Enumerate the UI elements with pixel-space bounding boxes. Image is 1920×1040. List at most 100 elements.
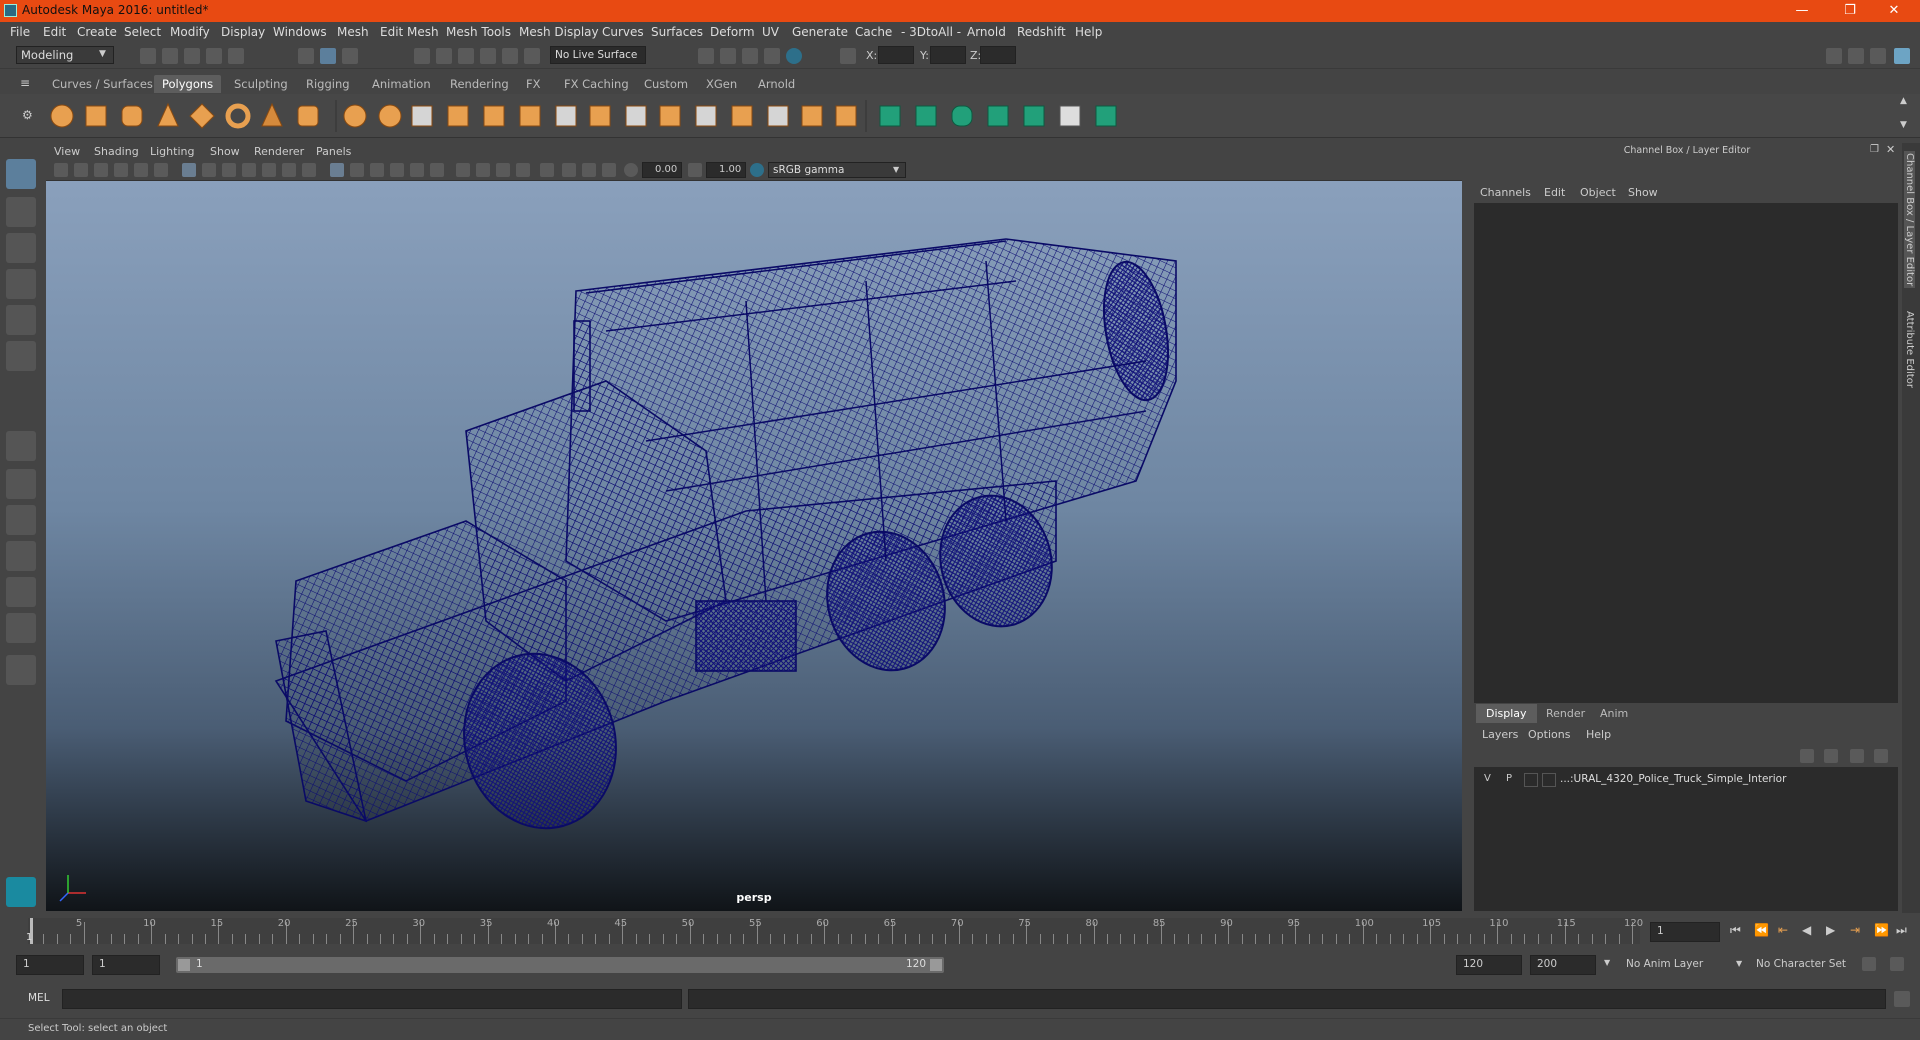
play-backwards-icon[interactable]: ◀: [1802, 923, 1811, 937]
cb-menu-channels[interactable]: Channels: [1480, 186, 1531, 199]
tab-display[interactable]: Display: [1476, 704, 1537, 723]
extrude-icon[interactable]: [519, 105, 541, 127]
render-view-icon[interactable]: [698, 48, 714, 64]
uv-checker-icon[interactable]: [1059, 105, 1081, 127]
two-pane-side-layout-icon[interactable]: [6, 505, 36, 535]
textured-icon[interactable]: [390, 163, 404, 177]
safe-action-icon[interactable]: [282, 163, 296, 177]
ly-menu-help[interactable]: Help: [1586, 728, 1611, 741]
poly-cone-icon[interactable]: [157, 102, 179, 127]
xray-active-icon[interactable]: [582, 163, 596, 177]
2d-pan-icon[interactable]: [134, 163, 148, 177]
two-pane-stacked-layout-icon[interactable]: [6, 577, 36, 607]
step-forward-frame-icon[interactable]: ⏩: [1874, 923, 1889, 937]
tab-arnold[interactable]: Arnold: [750, 75, 803, 93]
menu-create[interactable]: Create: [77, 25, 117, 39]
step-forward-key-icon[interactable]: ⇥: [1850, 923, 1860, 937]
menu-set-dropdown[interactable]: Modeling ▼: [16, 46, 114, 64]
wireframe-on-shaded-icon[interactable]: [370, 163, 384, 177]
render-settings-icon[interactable]: [764, 48, 780, 64]
grease-pencil-icon[interactable]: [154, 163, 168, 177]
shelf-scroll-down-icon[interactable]: ▼: [1900, 120, 1907, 130]
vp-menu-lighting[interactable]: Lighting: [150, 145, 194, 158]
collapse-icon[interactable]: [835, 105, 857, 127]
new-layer-selected-icon[interactable]: [1874, 749, 1888, 763]
xray-icon[interactable]: [562, 163, 576, 177]
menu-modify[interactable]: Modify: [170, 25, 210, 39]
shadows-icon[interactable]: [430, 163, 444, 177]
smooth-icon[interactable]: [447, 105, 469, 127]
snap-point-icon[interactable]: [458, 48, 474, 64]
script-editor-icon[interactable]: [1894, 991, 1910, 1007]
move-tool-icon[interactable]: [6, 269, 36, 299]
cylindrical-uv-icon[interactable]: [915, 105, 937, 127]
depth-of-field-icon[interactable]: [516, 163, 530, 177]
tab-curves-surfaces[interactable]: Curves / Surfaces: [44, 75, 161, 93]
layer-type-box[interactable]: [1524, 773, 1538, 787]
safe-title-icon[interactable]: [302, 163, 316, 177]
shelf-menu-icon[interactable]: ≡: [20, 76, 30, 90]
transform-mode-icon[interactable]: [840, 48, 856, 64]
preferences-icon[interactable]: [1890, 957, 1904, 971]
poly-prism-icon[interactable]: [261, 102, 283, 127]
wireframe-icon[interactable]: [330, 163, 344, 177]
scale-tool-icon[interactable]: [6, 341, 36, 371]
live-surface-field[interactable]: No Live Surface: [550, 46, 646, 64]
tab-render[interactable]: Render: [1536, 704, 1595, 723]
bevel-icon[interactable]: [483, 105, 505, 127]
animation-end-field[interactable]: 200: [1530, 955, 1596, 975]
menu-deform[interactable]: Deform: [710, 25, 755, 39]
tool-settings-icon[interactable]: [1870, 48, 1886, 64]
menu-generate[interactable]: Generate: [792, 25, 848, 39]
attribute-editor-icon[interactable]: [1848, 48, 1864, 64]
vp-menu-panels[interactable]: Panels: [316, 145, 351, 158]
mel-label[interactable]: MEL: [28, 992, 50, 1004]
insert-loop-icon[interactable]: [659, 105, 681, 127]
step-back-key-icon[interactable]: ⇤: [1778, 923, 1788, 937]
playback-start-field[interactable]: 1: [92, 955, 160, 975]
open-scene-icon[interactable]: [162, 48, 178, 64]
x-field[interactable]: [878, 46, 914, 64]
menu-uv[interactable]: UV: [762, 25, 779, 39]
minimize-button[interactable]: —: [1780, 1, 1824, 21]
poly-sphere-icon[interactable]: [50, 104, 74, 128]
menu-redshift[interactable]: Redshift: [1017, 25, 1066, 39]
menu-surfaces[interactable]: Surfaces: [651, 25, 703, 39]
isolate-select-icon[interactable]: [540, 163, 554, 177]
tab-custom[interactable]: Custom: [636, 75, 696, 93]
channel-box-area[interactable]: [1474, 203, 1898, 703]
auto-uv-icon[interactable]: [987, 105, 1009, 127]
side-tab-channel-box[interactable]: Channel Box / Layer Editor: [1904, 151, 1915, 289]
screen-space-ao-icon[interactable]: [456, 163, 470, 177]
poly-cylinder-icon[interactable]: [121, 105, 143, 127]
grid-icon[interactable]: [182, 163, 196, 177]
gate-mask-icon[interactable]: [242, 163, 256, 177]
cb-menu-object[interactable]: Object: [1580, 186, 1616, 199]
fill-hole-icon[interactable]: [625, 105, 647, 127]
multi-cut-icon[interactable]: [695, 105, 717, 127]
tab-xgen[interactable]: XGen: [698, 75, 745, 93]
new-scene-icon[interactable]: [140, 48, 156, 64]
range-slider-bar[interactable]: 1 120: [176, 957, 944, 973]
tab-fx-caching[interactable]: FX Caching: [556, 75, 637, 93]
vp-menu-show[interactable]: Show: [210, 145, 240, 158]
float-panel-icon[interactable]: ❐: [1870, 144, 1879, 155]
step-back-frame-icon[interactable]: ⏪: [1754, 923, 1769, 937]
separate-icon[interactable]: [378, 104, 402, 128]
close-button[interactable]: ✕: [1872, 1, 1916, 21]
tab-fx[interactable]: FX: [518, 75, 549, 93]
anim-layer-dropdown[interactable]: No Anim Layer ▼: [1622, 955, 1748, 975]
uv-layout-icon[interactable]: [1095, 105, 1117, 127]
animation-start-field[interactable]: 1: [16, 955, 84, 975]
snap-grid-icon[interactable]: [414, 48, 430, 64]
select-hierarchy-icon[interactable]: [298, 48, 314, 64]
shelf-scroll-up-icon[interactable]: ▲: [1900, 96, 1907, 106]
y-field[interactable]: [930, 46, 966, 64]
menu-arnold[interactable]: Arnold: [967, 25, 1006, 39]
graph-persp-layout-icon[interactable]: [6, 613, 36, 643]
offset-loop-icon[interactable]: [767, 105, 789, 127]
menu-windows[interactable]: Windows: [273, 25, 327, 39]
vp-menu-shading[interactable]: Shading: [94, 145, 139, 158]
menu-mesh-tools[interactable]: Mesh Tools: [446, 25, 511, 39]
tab-sculpting[interactable]: Sculpting: [226, 75, 296, 93]
